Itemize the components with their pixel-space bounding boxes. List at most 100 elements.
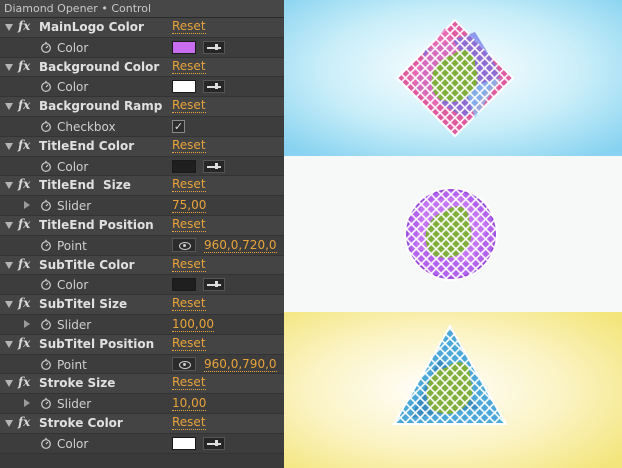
slider-value[interactable]: 75,00 xyxy=(172,199,207,214)
property-row: Color xyxy=(0,156,284,177)
color-swatch[interactable] xyxy=(172,278,196,292)
color-swatch[interactable] xyxy=(172,436,196,450)
eyedropper-icon[interactable] xyxy=(203,436,225,450)
effect-row[interactable]: fx TitleEnd Color Reset xyxy=(0,136,284,157)
eyedropper-icon[interactable] xyxy=(203,40,225,54)
reset-link[interactable]: Reset xyxy=(172,297,206,312)
eyedropper-icon[interactable] xyxy=(203,80,225,94)
effect-row[interactable]: fx SubTitel Position Reset xyxy=(0,334,284,355)
effect-name: TitleEnd Size xyxy=(39,178,131,193)
stopwatch-icon[interactable] xyxy=(40,120,52,132)
point-value[interactable]: 960,0,790,0 xyxy=(204,357,277,372)
fx-icon[interactable]: fx xyxy=(18,177,30,191)
property-row: Slider 75,00 xyxy=(0,196,284,216)
stopwatch-icon[interactable] xyxy=(40,397,52,410)
preview-diamond xyxy=(284,0,622,156)
property-name: Color xyxy=(57,80,89,95)
effect-name: TitleEnd Position xyxy=(39,217,154,232)
stopwatch-icon[interactable] xyxy=(40,80,52,93)
reset-link[interactable]: Reset xyxy=(172,178,206,193)
expand-triangle-icon[interactable] xyxy=(24,201,30,210)
reset-link[interactable]: Reset xyxy=(172,415,206,430)
slider-value[interactable]: 10,00 xyxy=(172,397,207,412)
reset-link[interactable]: Reset xyxy=(172,336,206,351)
point-target-icon[interactable] xyxy=(172,237,196,252)
reset-link[interactable]: Reset xyxy=(172,257,206,272)
fx-icon[interactable]: fx xyxy=(18,375,30,389)
fx-icon[interactable]: fx xyxy=(18,336,30,350)
stopwatch-icon[interactable] xyxy=(40,358,52,370)
collapse-triangle-icon[interactable] xyxy=(5,301,13,309)
property-row: Slider 10,00 xyxy=(0,394,284,414)
point-target-icon[interactable] xyxy=(172,356,196,371)
property-name: Slider xyxy=(57,199,92,214)
fx-icon[interactable]: fx xyxy=(18,217,30,231)
preview-circle xyxy=(284,156,622,312)
collapse-triangle-icon[interactable] xyxy=(5,221,13,229)
color-swatch[interactable] xyxy=(172,80,196,94)
slider-value[interactable]: 100,00 xyxy=(172,317,214,332)
collapse-triangle-icon[interactable] xyxy=(5,419,13,427)
collapse-triangle-icon[interactable] xyxy=(5,103,13,111)
reset-link[interactable]: Reset xyxy=(172,20,206,34)
collapse-triangle-icon[interactable] xyxy=(5,142,13,150)
reset-link[interactable]: Reset xyxy=(172,99,206,114)
property-name: Point xyxy=(57,238,87,253)
effect-row[interactable]: fx TitleEnd Size Reset xyxy=(0,176,284,197)
effect-name: TitleEnd Color xyxy=(39,138,135,153)
reset-link[interactable]: Reset xyxy=(172,376,206,391)
reset-link[interactable]: Reset xyxy=(172,138,206,153)
property-name: Color xyxy=(57,278,89,293)
collapse-triangle-icon[interactable] xyxy=(5,24,13,31)
eyedropper-icon[interactable] xyxy=(203,278,225,292)
reset-link[interactable]: Reset xyxy=(172,217,206,232)
collapse-triangle-icon[interactable] xyxy=(5,380,13,388)
eyedropper-icon[interactable] xyxy=(203,159,225,173)
checkbox[interactable]: ✓ xyxy=(172,119,185,133)
property-row: Color xyxy=(0,275,284,296)
stopwatch-icon[interactable] xyxy=(40,437,52,449)
effect-row[interactable]: fx Stroke Size Reset xyxy=(0,374,284,395)
color-swatch[interactable] xyxy=(172,40,196,54)
effect-row[interactable]: fx Background Color Reset xyxy=(0,57,284,78)
property-row: Color xyxy=(0,433,284,454)
expand-triangle-icon[interactable] xyxy=(24,319,30,328)
effect-name: MainLogo Color xyxy=(39,20,144,34)
collapse-triangle-icon[interactable] xyxy=(5,261,13,269)
property-row: Slider 100,00 xyxy=(0,314,284,335)
preview-triangle xyxy=(284,312,622,468)
effect-row[interactable]: fx MainLogo Color Reset xyxy=(0,18,284,38)
effect-controls-panel: Diamond Opener • Control fx MainLogo Colo… xyxy=(0,0,284,468)
stopwatch-icon[interactable] xyxy=(40,239,52,251)
fx-icon[interactable]: fx xyxy=(18,296,30,310)
point-value[interactable]: 960,0,720,0 xyxy=(204,238,277,253)
stopwatch-icon[interactable] xyxy=(40,278,52,291)
fx-icon[interactable]: fx xyxy=(18,59,30,73)
fx-icon[interactable]: fx xyxy=(18,98,30,112)
color-swatch[interactable] xyxy=(172,159,196,173)
expand-triangle-icon[interactable] xyxy=(24,399,30,408)
fx-icon[interactable]: fx xyxy=(18,257,30,271)
effect-name: Stroke Size xyxy=(39,376,116,391)
property-name: Checkbox xyxy=(57,119,116,134)
property-name: Slider xyxy=(57,317,92,332)
effect-row[interactable]: fx SubTitel Size Reset xyxy=(0,295,284,315)
reset-link[interactable]: Reset xyxy=(172,59,206,74)
fx-icon[interactable]: fx xyxy=(18,138,30,152)
effect-row[interactable]: fx SubTitle Color Reset xyxy=(0,255,284,276)
fx-icon[interactable]: fx xyxy=(18,415,30,429)
collapse-triangle-icon[interactable] xyxy=(5,63,13,71)
property-name: Slider xyxy=(57,397,92,412)
fx-icon[interactable]: fx xyxy=(18,19,30,33)
effect-row[interactable]: fx TitleEnd Position Reset xyxy=(0,215,284,236)
effect-row[interactable]: fx Stroke Color Reset xyxy=(0,413,284,434)
stopwatch-icon[interactable] xyxy=(40,199,52,212)
stopwatch-icon[interactable] xyxy=(40,160,52,172)
collapse-triangle-icon[interactable] xyxy=(5,340,13,348)
stopwatch-icon[interactable] xyxy=(40,41,52,53)
effect-row[interactable]: fx Background Ramp Reset xyxy=(0,97,284,117)
property-row: Color xyxy=(0,77,284,98)
collapse-triangle-icon[interactable] xyxy=(5,182,13,190)
stopwatch-icon[interactable] xyxy=(40,318,52,330)
effect-name: SubTitel Position xyxy=(39,336,155,351)
